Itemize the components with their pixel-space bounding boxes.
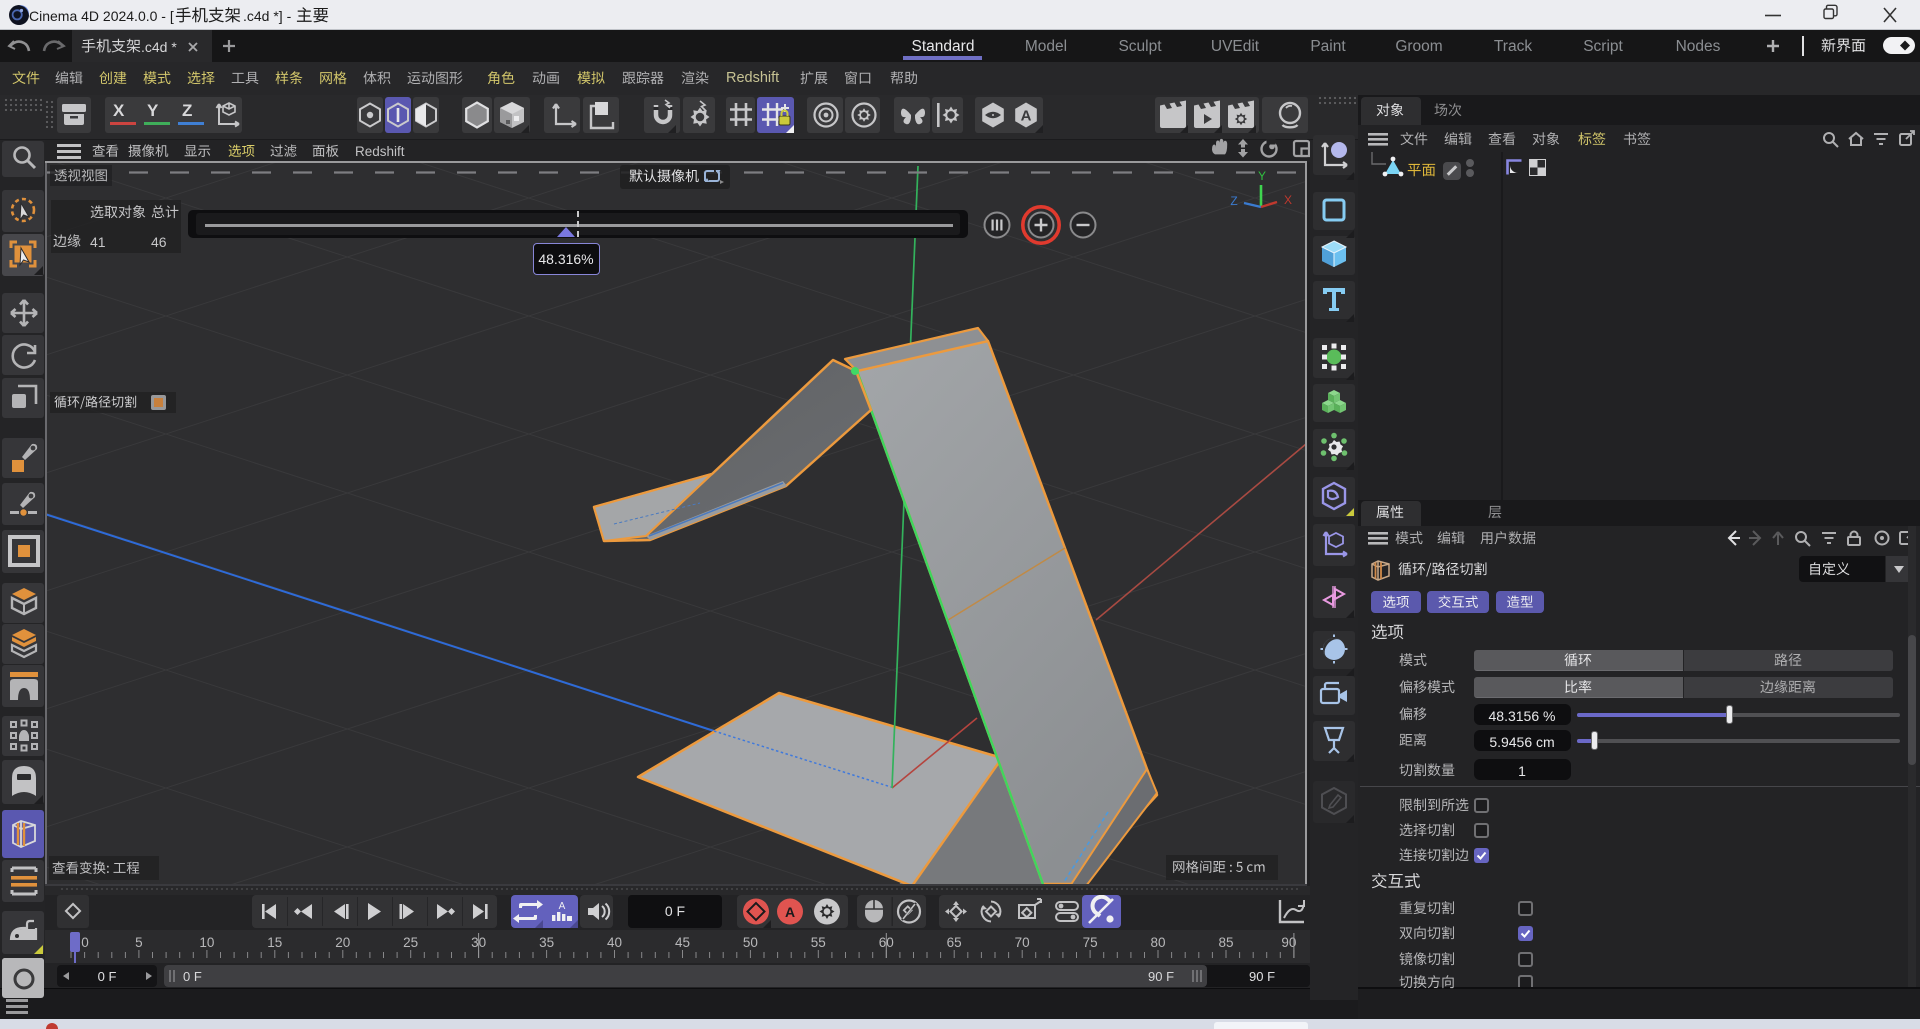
svg-text:5: 5 (135, 935, 143, 950)
svg-text:0: 0 (81, 935, 89, 950)
svg-text:35: 35 (539, 935, 554, 950)
svg-text:55: 55 (811, 935, 826, 950)
svg-text:X: X (1284, 193, 1292, 207)
svg-text:65: 65 (947, 935, 962, 950)
svg-text:70: 70 (1015, 935, 1030, 950)
svg-text:20: 20 (335, 935, 350, 950)
svg-text:Z: Z (1230, 194, 1237, 208)
svg-text:45: 45 (675, 935, 690, 950)
svg-text:Y: Y (1258, 169, 1266, 183)
svg-text:80: 80 (1150, 935, 1165, 950)
svg-text:A: A (1021, 108, 1032, 125)
svg-text:40: 40 (607, 935, 622, 950)
svg-text:50: 50 (743, 935, 758, 950)
svg-text:A: A (785, 904, 795, 920)
svg-text:A: A (559, 901, 566, 912)
svg-text:85: 85 (1218, 935, 1233, 950)
svg-text:75: 75 (1083, 935, 1098, 950)
svg-text:10: 10 (199, 935, 214, 950)
svg-text:15: 15 (267, 935, 282, 950)
svg-text:25: 25 (403, 935, 418, 950)
